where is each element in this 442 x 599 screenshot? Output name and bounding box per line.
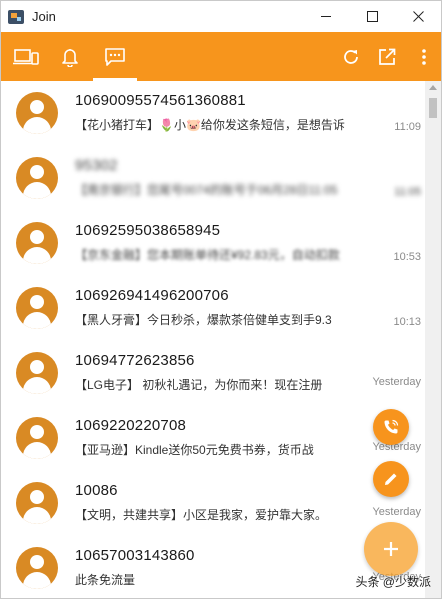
message-time: Yesterday	[372, 506, 421, 518]
avatar	[16, 547, 58, 589]
minimize-icon	[320, 16, 331, 17]
main-toolbar	[1, 32, 441, 81]
maximize-icon	[366, 11, 378, 22]
conversation-list[interactable]: 10690095574561360881 【花小猪打车】🌷小🐷给你发这条短信，是…	[1, 81, 425, 598]
open-external-icon	[379, 48, 396, 65]
avatar	[16, 157, 58, 199]
conversation-item[interactable]: 106926941496200706 【黑人牙膏】今日秒杀，爆款茶倍健单支到手9…	[1, 276, 425, 341]
avatar	[16, 417, 58, 459]
sender-number: 10694772623856	[75, 352, 195, 369]
conversation-item[interactable]: 1069220220708 【亚马逊】Kindle送你50元免费书券，货币战 Y…	[1, 406, 425, 471]
devices-icon	[13, 48, 39, 65]
title-bar[interactable]: Join	[1, 1, 441, 32]
conversation-item[interactable]: 10694772623856 【LG电子】 初秋礼遇记，为你而来！现在注册 Ye…	[1, 341, 425, 406]
refresh-button[interactable]	[331, 32, 371, 81]
compose-fab-button[interactable]	[373, 461, 409, 497]
refresh-icon	[344, 49, 358, 64]
message-time: 11:09	[394, 121, 421, 133]
avatar	[16, 482, 58, 524]
avatar	[16, 287, 58, 329]
sender-number: 10657003143860	[75, 547, 195, 564]
pencil-icon	[385, 473, 397, 485]
conversation-item[interactable]: 10086 【文明，共建共享】小区是我家，爱护靠大家。 Yesterday	[1, 471, 425, 536]
more-options-button[interactable]	[404, 32, 441, 81]
message-time: 10:13	[393, 316, 421, 328]
message-preview: 【文明，共建共享】小区是我家，爱护靠大家。	[75, 508, 328, 522]
tab-devices[interactable]	[6, 32, 46, 81]
tab-notifications[interactable]	[50, 32, 90, 81]
add-fab-button[interactable]	[364, 522, 418, 576]
window-title: Join	[32, 9, 56, 24]
sender-number: 10692595038658945	[75, 222, 221, 239]
join-window: Join 10690095574561360881 【花小猪打车】🌷小🐷给你发这…	[0, 0, 442, 599]
bell-icon	[62, 48, 78, 67]
minimize-button[interactable]	[303, 1, 349, 32]
message-time: 10:53	[393, 251, 421, 263]
open-external-button[interactable]	[367, 32, 407, 81]
close-button[interactable]	[395, 1, 441, 32]
message-preview: 【亚马逊】Kindle送你50元免费书券，货币战	[75, 443, 314, 457]
message-preview: 此条免流量	[75, 573, 136, 587]
message-time: Yesterday	[372, 376, 421, 388]
message-preview: 【南京银行】您尾号0074的账号于06月28日11:05	[75, 183, 338, 197]
avatar	[16, 92, 58, 134]
sender-number: 106926941496200706	[75, 287, 229, 304]
phone-icon	[384, 419, 399, 434]
conversation-item[interactable]: 10690095574561360881 【花小猪打车】🌷小🐷给你发这条短信，是…	[1, 81, 425, 146]
message-preview: 【京东金融】您本期账单待还¥92.83元，自动扣款	[75, 248, 340, 262]
message-icon	[105, 47, 125, 66]
close-icon	[412, 11, 424, 22]
call-fab-button[interactable]	[373, 409, 409, 445]
watermark: 头条 @少数派	[355, 575, 431, 589]
tab-sms[interactable]	[95, 32, 135, 81]
message-time: 11:05	[394, 186, 421, 198]
conversation-item[interactable]: 95302 【南京银行】您尾号0074的账号于06月28日11:05 11:05	[1, 146, 425, 211]
avatar	[16, 222, 58, 264]
sender-number: 95302	[75, 157, 118, 174]
message-preview: 【黑人牙膏】今日秒杀，爆款茶倍健单支到手9.3	[75, 313, 332, 327]
sender-number: 10690095574561360881	[75, 92, 246, 109]
more-vertical-icon	[422, 48, 426, 65]
sender-number: 1069220220708	[75, 417, 187, 434]
plus-icon	[384, 542, 398, 556]
conversation-item[interactable]: 10692595038658945 【京东金融】您本期账单待还¥92.83元，自…	[1, 211, 425, 276]
join-app-icon	[8, 9, 24, 25]
sender-number: 10086	[75, 482, 118, 499]
message-preview: 【LG电子】 初秋礼遇记，为你而来！现在注册	[75, 378, 323, 392]
scroll-up-arrow-icon[interactable]	[429, 85, 437, 90]
scroll-thumb[interactable]	[429, 98, 437, 118]
message-preview: 【花小猪打车】🌷小🐷给你发这条短信，是想告诉	[75, 118, 345, 132]
maximize-button[interactable]	[349, 1, 395, 32]
vertical-scrollbar[interactable]	[425, 81, 441, 598]
avatar	[16, 352, 58, 394]
